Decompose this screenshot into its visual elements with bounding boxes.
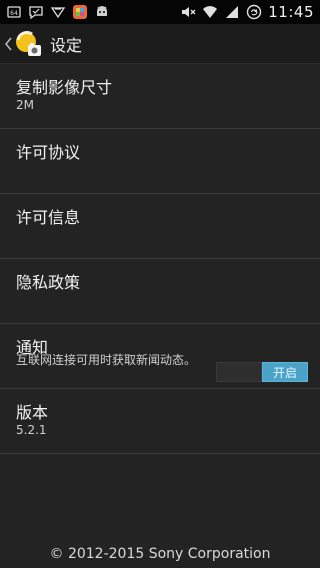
setting-value: 2M — [16, 98, 34, 112]
settings-list: 复制影像尺寸 2M 许可协议 许可信息 隐私政策 通知 互联网连接可用时获取新闻… — [0, 64, 320, 454]
setting-privacy-policy[interactable]: 隐私政策 — [0, 259, 320, 324]
status-bar: 64 11:45 — [0, 0, 320, 24]
setting-description: 互联网连接可用时获取新闻动态。 — [16, 353, 197, 367]
android-debug-icon — [94, 4, 110, 20]
notification-icons: 64 — [6, 4, 110, 20]
setting-copy-image-size[interactable]: 复制影像尺寸 2M — [0, 64, 320, 129]
clock: 11:45 — [268, 3, 314, 21]
app-logo-icon[interactable] — [14, 30, 42, 58]
wifi-icon — [202, 4, 218, 20]
setting-value: 5.2.1 — [16, 423, 47, 437]
bell-icon — [50, 4, 66, 20]
chat-bubble-icon — [28, 4, 44, 20]
setting-title: 版本 — [16, 403, 49, 422]
toggle-on-segment[interactable]: 开启 — [262, 362, 308, 382]
sim-card-icon: 64 — [6, 4, 22, 20]
setting-title: 许可信息 — [16, 208, 81, 227]
setting-version: 版本 5.2.1 — [0, 389, 320, 454]
app-notification-icon — [72, 4, 88, 20]
copyright-footer: © 2012-2015 Sony Corporation — [49, 546, 271, 562]
back-chevron-icon[interactable] — [2, 24, 14, 64]
setting-license-info[interactable]: 许可信息 — [0, 194, 320, 259]
setting-title: 许可协议 — [16, 143, 81, 162]
svg-text:64: 64 — [10, 10, 18, 17]
toggle-off-segment[interactable] — [216, 362, 262, 382]
signal-icon — [224, 4, 240, 20]
setting-license-agreement[interactable]: 许可协议 — [0, 129, 320, 194]
battery-sync-icon — [246, 4, 262, 20]
notifications-toggle[interactable]: 开启 — [216, 362, 308, 382]
setting-title: 复制影像尺寸 — [16, 78, 113, 97]
system-icons: 11:45 — [180, 3, 314, 21]
page-title: 设定 — [50, 35, 83, 55]
mute-icon — [180, 4, 196, 20]
action-bar: 设定 — [0, 24, 320, 64]
setting-title: 隐私政策 — [16, 273, 81, 292]
setting-notifications[interactable]: 通知 互联网连接可用时获取新闻动态。 开启 — [0, 324, 320, 389]
